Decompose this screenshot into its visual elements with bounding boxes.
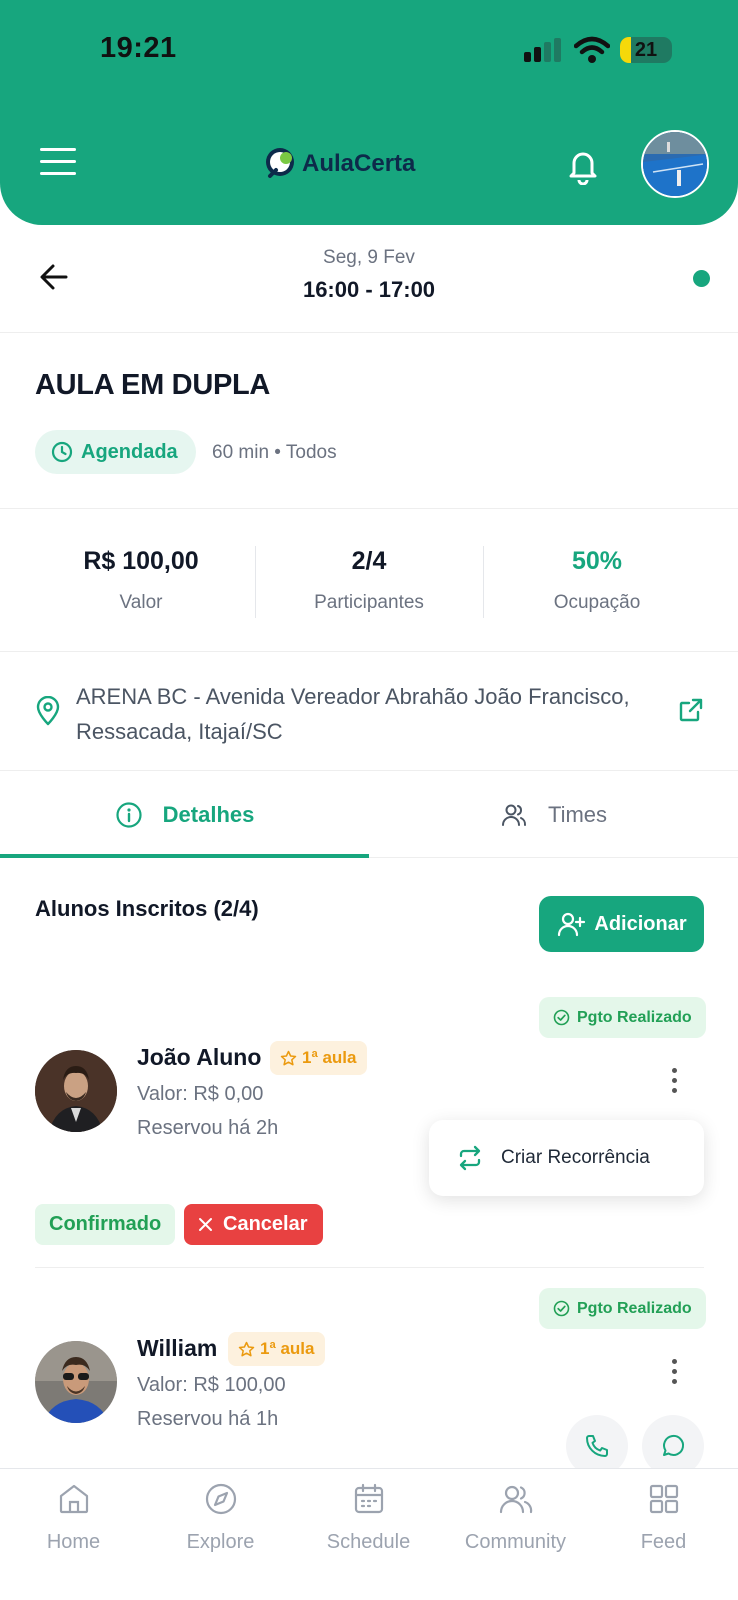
session-date: Seg, 9 Fev [323, 247, 415, 268]
tab-bar: Detalhes Times [0, 772, 738, 858]
first-class-badge: 1ª aula [228, 1332, 325, 1366]
date-bar: Seg, 9 Fev 16:00 - 17:00 [0, 225, 738, 333]
bottom-navigation: Home Explore Schedule Community Feed [0, 1468, 738, 1600]
location-row[interactable]: ARENA BC - Avenida Vereador Abrahão João… [0, 653, 738, 771]
cellular-signal-icon [524, 38, 561, 62]
stats-row: R$ 100,00 Valor 2/4 Participantes 50% Oc… [0, 510, 738, 652]
calendar-icon [354, 1483, 384, 1514]
wifi-icon [574, 36, 610, 63]
more-options-icon[interactable] [668, 1068, 680, 1096]
repeat-icon [459, 1145, 481, 1171]
session-time: 16:00 - 17:00 [302, 277, 436, 302]
stat-occupancy: 50% Ocupação [553, 547, 641, 613]
phone-icon [586, 1435, 608, 1457]
student-name: William [137, 1335, 218, 1361]
menu-button[interactable] [40, 148, 76, 178]
row-divider [35, 1267, 704, 1268]
home-icon [59, 1484, 89, 1514]
users-icon [499, 1485, 533, 1514]
payment-status-badge: Pgto Realizado [539, 1288, 706, 1329]
location-address: ARENA BC - Avenida Vereador Abrahão João… [76, 684, 630, 744]
tab-details[interactable]: Detalhes [0, 772, 369, 858]
class-title: AULA EM DUPLA [35, 369, 271, 401]
nav-schedule[interactable]: Schedule [295, 1469, 442, 1600]
compass-icon [205, 1483, 237, 1515]
status-badge: Agendada [35, 430, 196, 474]
message-circle-icon [663, 1434, 685, 1456]
check-circle-icon [553, 1300, 570, 1317]
first-class-badge: 1ª aula [270, 1041, 367, 1075]
tab-teams[interactable]: Times [369, 772, 738, 858]
nav-explore[interactable]: Explore [147, 1469, 294, 1600]
student-reserved: Reservou há 1h [137, 1408, 279, 1430]
users-icon [501, 804, 526, 826]
student-value: Valor: R$ 0,00 [137, 1083, 264, 1105]
active-tab-indicator [0, 854, 369, 858]
class-meta: 60 min • Todos [212, 442, 337, 463]
class-info: AULA EM DUPLA Agendada 60 min • Todos [0, 334, 738, 509]
avatar[interactable] [35, 1050, 117, 1132]
check-circle-icon [553, 1009, 570, 1026]
confirmed-status: Confirmado [35, 1204, 176, 1245]
user-avatar[interactable] [641, 130, 709, 198]
padel-racket-logo-icon [266, 148, 294, 178]
star-icon [238, 1341, 255, 1356]
app-header: 19:21 21 AulaCerta [0, 0, 738, 225]
avatar[interactable] [35, 1341, 117, 1423]
external-link-icon[interactable] [678, 697, 704, 723]
stat-value-price: R$ 100,00 Valor [83, 547, 199, 613]
nav-feed[interactable]: Feed [590, 1469, 737, 1600]
more-options-icon[interactable] [668, 1359, 680, 1387]
battery-level: 21 [634, 39, 658, 61]
student-name: João Aluno [137, 1044, 262, 1070]
nav-home[interactable]: Home [0, 1469, 147, 1600]
nav-community[interactable]: Community [442, 1469, 589, 1600]
grid-icon [649, 1484, 679, 1514]
user-plus-icon [558, 912, 586, 937]
status-time: 19:21 [100, 32, 177, 64]
battery-indicator: 21 [620, 37, 672, 63]
cancel-button[interactable]: Cancelar [184, 1204, 323, 1245]
map-pin-icon [36, 696, 60, 726]
clock-icon [51, 441, 73, 463]
bell-icon[interactable] [564, 145, 602, 185]
star-icon [280, 1050, 297, 1065]
add-student-button[interactable]: Adicionar [539, 896, 704, 952]
stat-participants: 2/4 Participantes [314, 547, 424, 613]
payment-status-badge: Pgto Realizado [539, 997, 706, 1038]
app-logo: AulaCerta [264, 144, 415, 184]
close-icon [199, 1218, 212, 1231]
enrolled-title: Alunos Inscritos (2/4) [35, 896, 259, 921]
create-recurrence-menu-item[interactable]: Criar Recorrência [429, 1120, 704, 1196]
student-value: Valor: R$ 100,00 [137, 1374, 286, 1396]
menu-icon [40, 148, 76, 151]
info-icon [116, 802, 142, 828]
status-dot [693, 270, 710, 287]
student-reserved: Reservou há 2h [137, 1117, 279, 1139]
